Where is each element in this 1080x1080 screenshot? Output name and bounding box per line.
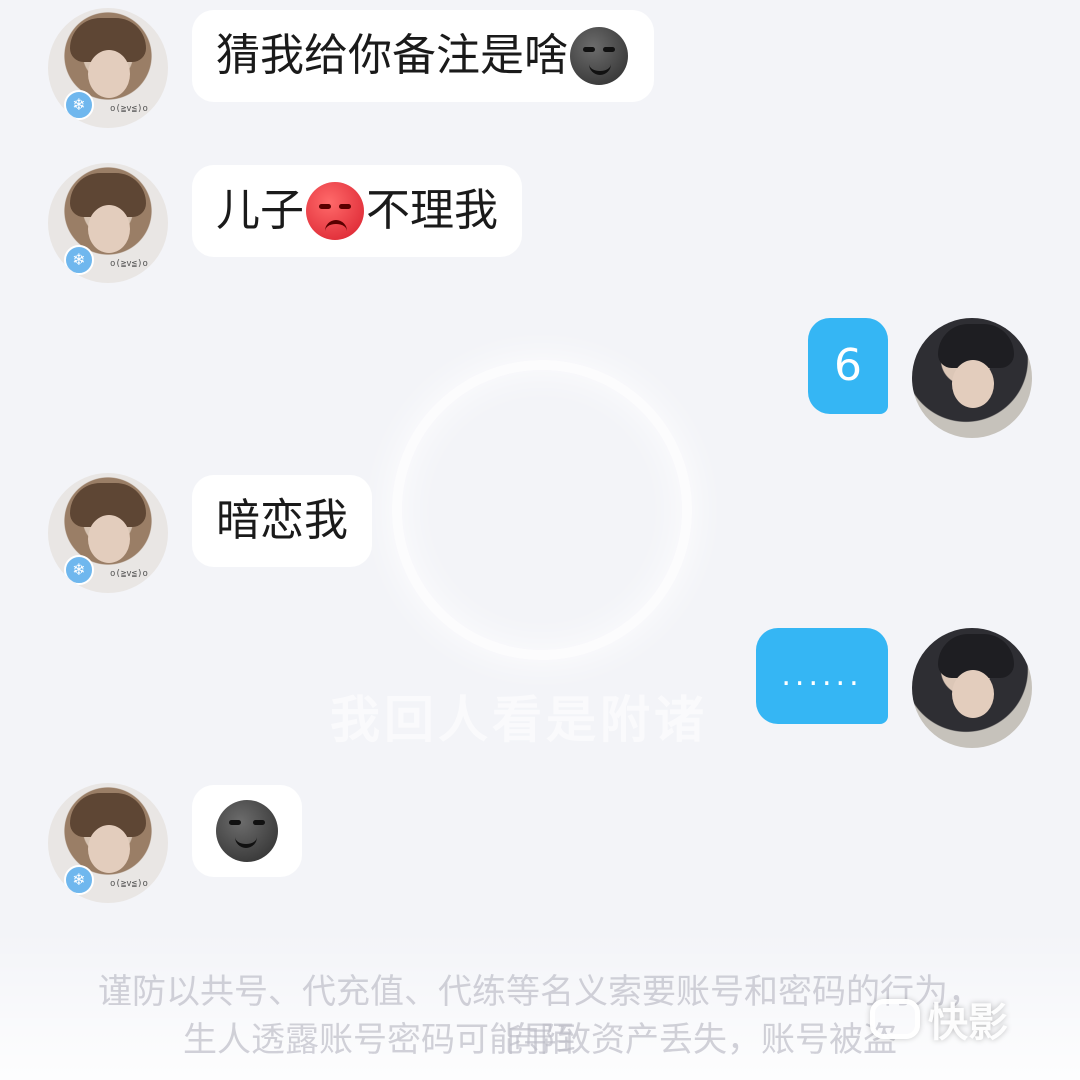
avatar-face	[88, 205, 130, 253]
avatar-face	[952, 670, 994, 718]
background-ring-decoration	[392, 360, 692, 660]
contact-avatar[interactable]: ❄ o(≧v≦)o	[48, 473, 168, 593]
message-bubble-incoming[interactable]: 暗恋我	[192, 475, 372, 567]
message-text-after: 不理我	[366, 185, 498, 236]
cold-face-icon: ❄	[64, 865, 94, 895]
contact-avatar[interactable]: ❄ o(≧v≦)o	[48, 163, 168, 283]
my-avatar[interactable]	[912, 628, 1032, 748]
cold-face-icon: ❄	[64, 555, 94, 585]
message-text: 6	[834, 340, 862, 391]
security-notice-line-2: 生人透露账号密码可能导致资产丢失，账号被盗	[183, 1020, 897, 1060]
message-text: ......	[781, 658, 863, 693]
cold-face-icon: ❄	[64, 245, 94, 275]
avatar-face	[88, 50, 130, 98]
contact-avatar[interactable]: ❄ o(≧v≦)o	[48, 783, 168, 903]
watermark-label: 快影	[928, 1000, 1008, 1046]
kuaiying-logo-icon	[870, 999, 920, 1039]
message-text: 暗恋我	[216, 495, 348, 546]
avatar-caption: o(≧v≦)o	[110, 104, 148, 114]
message-bubble-incoming[interactable]: 猜我给你备注是啥	[192, 10, 654, 102]
avatar-face	[88, 515, 130, 563]
avatar-face	[952, 360, 994, 408]
avatar-face	[88, 825, 130, 873]
background-overlay-text: 我回人看是附诸	[330, 691, 708, 749]
message-bubble-outgoing[interactable]: ......	[756, 628, 888, 724]
avatar-caption: o(≧v≦)o	[110, 569, 148, 579]
kuaiying-watermark: 快影	[870, 990, 1008, 1048]
my-avatar[interactable]	[912, 318, 1032, 438]
message-text: 猜我给你备注是啥	[216, 30, 568, 81]
message-text-before: 儿子	[216, 185, 304, 236]
avatar-caption: o(≧v≦)o	[110, 879, 148, 889]
angry-emoji-icon	[306, 182, 364, 240]
message-bubble-outgoing[interactable]: 6	[808, 318, 888, 414]
cold-face-icon: ❄	[64, 90, 94, 120]
message-bubble-incoming[interactable]	[192, 785, 302, 877]
smirk-emoji-icon	[216, 800, 278, 862]
message-bubble-incoming[interactable]: 儿子 不理我	[192, 165, 522, 257]
avatar-caption: o(≧v≦)o	[110, 259, 148, 269]
smirk-emoji-icon	[570, 27, 628, 85]
contact-avatar[interactable]: ❄ o(≧v≦)o	[48, 8, 168, 128]
